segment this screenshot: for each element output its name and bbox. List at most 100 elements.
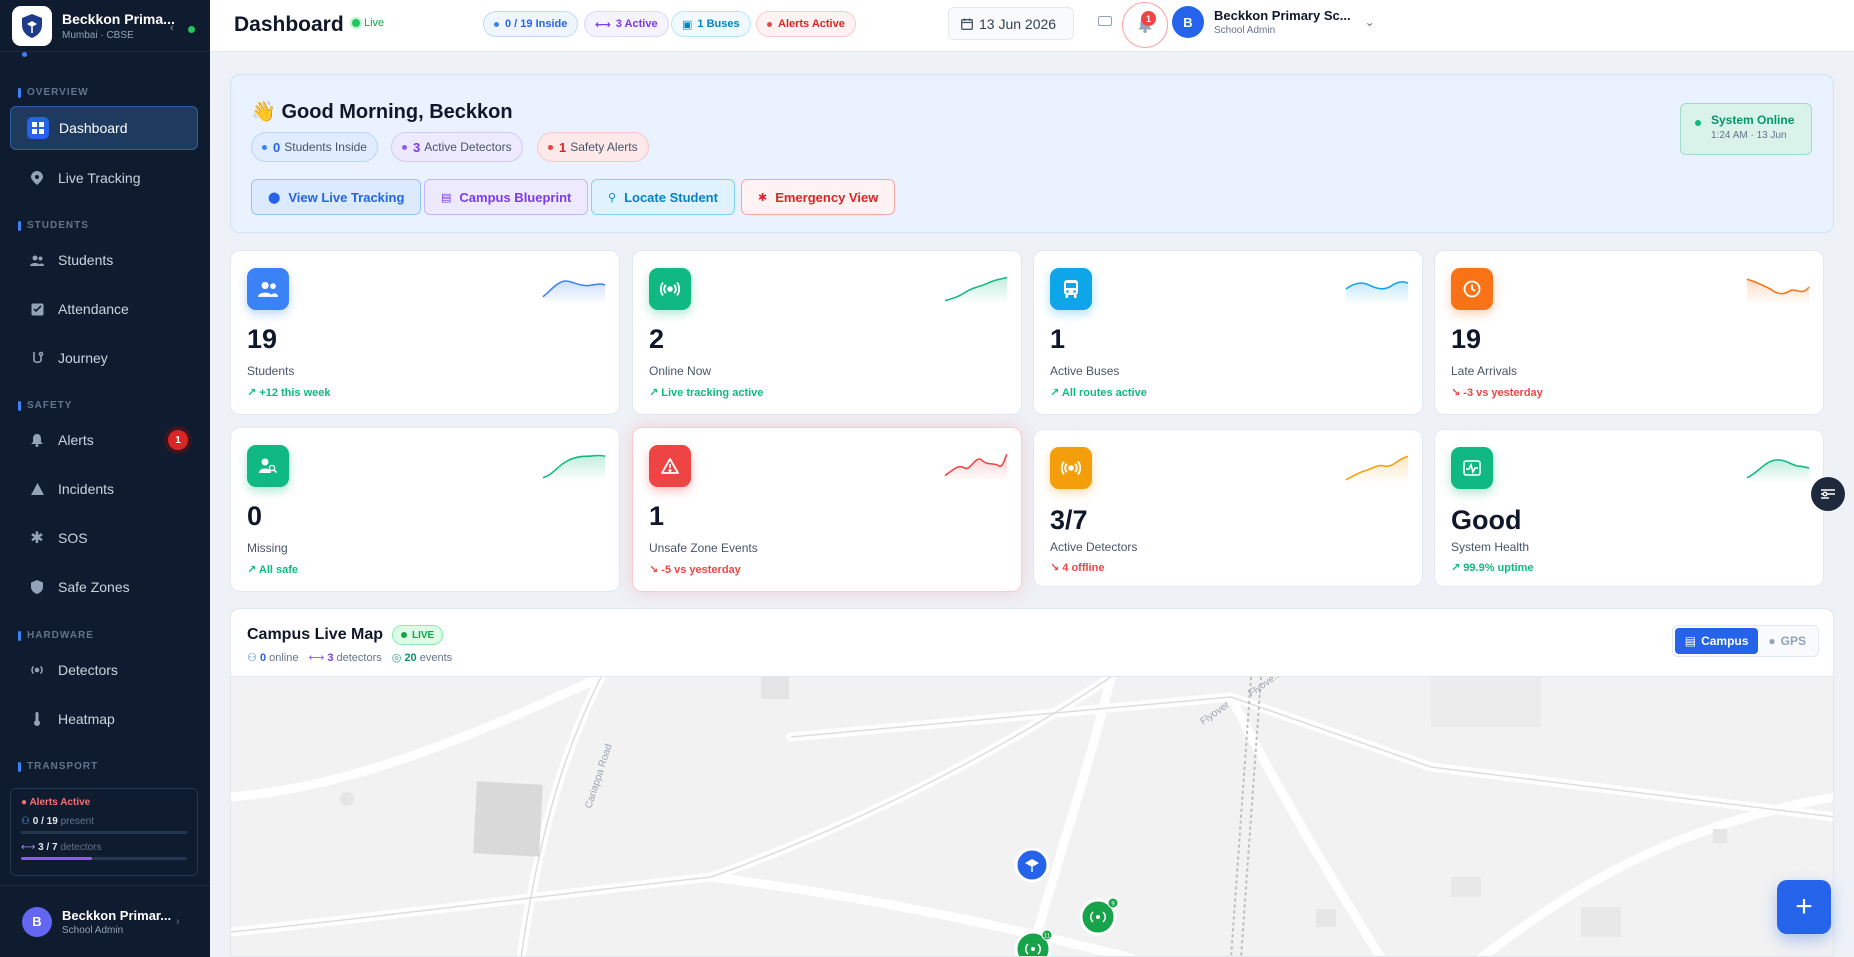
nav-section-transport: TRANSPORT [0,761,98,772]
stat-card[interactable]: Good System Health ↗ 99.9% uptime [1434,429,1824,587]
pill-students-inside: 0 Students Inside [251,132,378,162]
stat-value: 19 [247,324,278,354]
tab-campus[interactable]: ▤ Campus [1674,628,1759,654]
filter-toggle-button[interactable] [1811,477,1845,511]
chip-inside[interactable]: 0 / 19 Inside [483,11,579,37]
stat-card[interactable]: 1 Unsafe Zone Events ↘ -5 vs yesterday [632,427,1022,592]
chip-buses[interactable]: ▣ 1 Buses [671,11,751,37]
alerts-active-label: ● Alerts Active [21,797,91,808]
sidebar-item-live-tracking[interactable]: Live Tracking [10,156,198,200]
bus-icon [1050,268,1092,310]
avatar: B [1172,6,1204,38]
chip-alerts[interactable]: Alerts Active [756,11,856,37]
sidebar-item-detectors[interactable]: Detectors [10,648,198,692]
keyboard-icon[interactable] [1098,16,1112,26]
stat-trend: ↗ +12 this week [247,387,331,399]
stat-trend: ↗ Live tracking active [649,387,764,399]
sidebar-item-alerts[interactable]: Alerts 1 [10,418,198,462]
campus-blueprint-button[interactable]: ▤ Campus Blueprint [424,179,589,215]
broadcast-icon [1050,447,1092,489]
stat-card[interactable]: 1 Active Buses ↗ All routes active [1033,250,1423,415]
stat-card[interactable]: 3/7 Active Detectors ↘ 4 offline [1033,429,1423,587]
chip-active[interactable]: ⟷ 3 Active [584,11,669,37]
school-marker[interactable] [1014,847,1050,883]
stat-card[interactable]: 19 Late Arrivals ↘ -3 vs yesterday [1434,250,1824,415]
sidebar-item-label: SOS [58,530,88,546]
greeting: 👋 Good Morning, Beckkon [251,101,513,123]
sidebar-item-label: Dashboard [59,120,128,136]
date-picker[interactable]: 13 Jun 2026 [948,7,1074,40]
sidebar-user[interactable]: B Beckkon Primar... School Admin › [0,885,210,957]
map-canvas[interactable]: Cariappa Road Flyover Flyove... 9 11 [231,669,1833,956]
stat-trend: ↘ -5 vs yesterday [649,564,741,576]
present-stat: ⚇ 0 / 19 present [21,816,94,827]
stat-label: Late Arrivals [1451,364,1518,378]
stat-label: Online Now [649,364,712,378]
locate-student-button[interactable]: ⚲ Locate Student [591,179,735,215]
user-menu[interactable]: B Beckkon Primary Sc... School Admin ⌄ [1172,6,1375,38]
map-streets: Cariappa Road Flyover Flyove... 9 11 [231,669,1833,956]
wave-icon: 👋 [251,101,276,123]
sidebar-item-label: Live Tracking [58,170,141,186]
stat-label: Active Buses [1050,364,1120,378]
system-status-badge: System Online 1:24 AM · 13 Jun [1680,103,1812,155]
stat-card[interactable]: 0 Missing ↗ All safe [230,427,620,592]
pin-icon: ● [1768,634,1776,648]
user-role: School Admin [1214,25,1276,36]
brand-header: Beckkon Prima... Mumbai · CBSE ‹ [0,0,210,52]
trend-icon: ↗ [649,387,659,399]
sidebar-item-journey[interactable]: Journey [10,336,198,380]
stat-value: 0 [247,501,263,531]
bell-icon [26,429,48,451]
sidebar-item-heatmap[interactable]: Heatmap [10,697,198,741]
pill-safety-alerts: 1 Safety Alerts [537,132,649,162]
stat-trend: ↗ All routes active [1050,387,1147,399]
school-location: Mumbai · CBSE [62,29,134,41]
sidebar-item-dashboard[interactable]: Dashboard [10,106,198,150]
school-logo[interactable] [12,5,52,46]
sidebar-item-incidents[interactable]: Incidents [10,467,198,511]
sparkline [1345,281,1409,305]
sidebar-item-label: Students [58,252,114,268]
detector-marker[interactable]: 9 [1079,897,1119,936]
map-live-badge: LIVE [392,625,444,645]
sidebar-item-sos[interactable]: ✱ SOS [10,516,198,560]
stat-card[interactable]: 19 Students ↗ +12 this week [230,250,620,415]
map-view-toggle: ▤ Campus ● GPS [1671,625,1819,657]
nav-section-hardware: HARDWARE [0,630,94,641]
sidebar-status-panel: ● Alerts Active ⚇ 0 / 19 present ⟷ 3 / 7… [10,788,198,876]
sidebar-item-attendance[interactable]: Attendance [10,287,198,331]
sidebar-item-students[interactable]: Students [10,238,198,282]
warning-icon [649,445,691,487]
pill-active-detectors: 3 Active Detectors [391,132,523,162]
sparkline [1746,278,1810,305]
clock-icon [1451,268,1493,310]
sidebar-item-label: Safe Zones [58,579,130,595]
user-search-icon [247,445,289,487]
sidebar-item-label: Journey [58,350,108,366]
tab-gps[interactable]: ● GPS [1758,628,1816,654]
users-icon [26,249,48,271]
add-button[interactable]: + [1777,880,1831,934]
stat-value: 1 [649,501,665,531]
sidebar-item-label: Attendance [58,301,129,317]
stat-card[interactable]: 2 Online Now ↗ Live tracking active [632,250,1022,415]
detectors-stat: ⟷ 3 / 7 detectors [21,842,102,853]
emergency-view-button[interactable]: ✱ Emergency View [741,179,896,215]
map-icon: ▤ [441,191,452,204]
stat-trend: ↗ All safe [247,564,299,576]
map-events-stat: ◎ 20 events [391,652,453,664]
stat-label: Students [247,364,295,378]
indicator-dot [22,52,27,57]
sidebar: Beckkon Prima... Mumbai · CBSE ‹ OVERVIE… [0,0,210,957]
view-live-tracking-button[interactable]: ⬤ View Live Tracking [251,179,422,215]
stat-label: Missing [247,541,288,555]
sidebar-item-label: Detectors [58,662,118,678]
sidebar-item-safe-zones[interactable]: Safe Zones [10,565,198,609]
live-indicator: Live [352,17,384,29]
broadcast-icon [26,659,48,681]
checklist-icon [26,298,48,320]
stat-value: 1 [1050,324,1066,354]
collapse-sidebar-icon[interactable]: ‹ [170,22,174,34]
stat-label: System Health [1451,540,1530,554]
